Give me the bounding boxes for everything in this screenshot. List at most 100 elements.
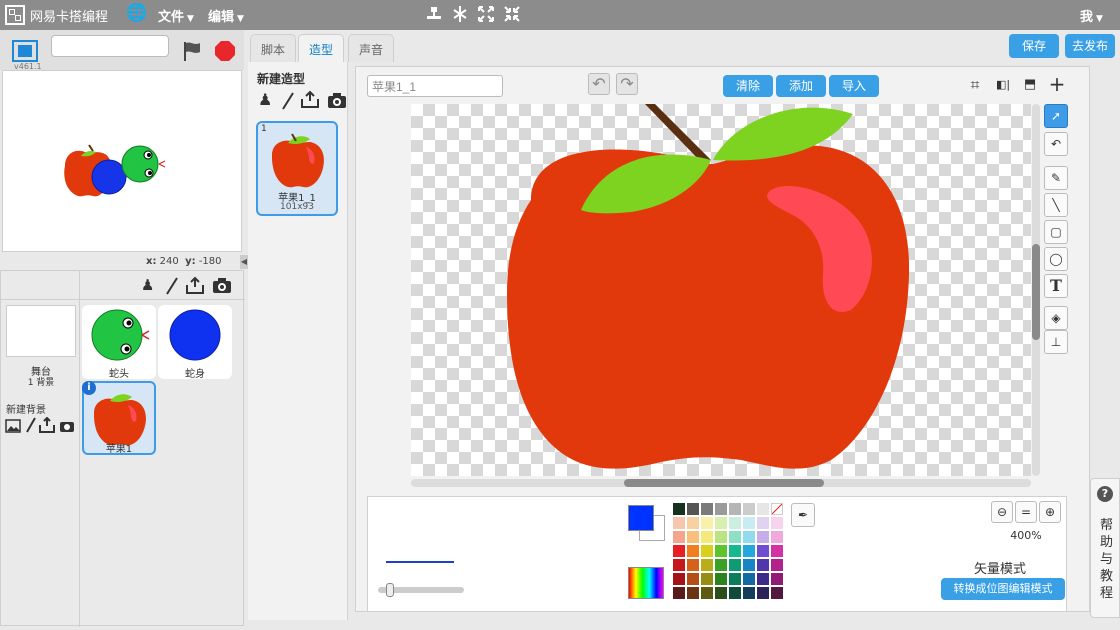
palette-color-swatch[interactable] bbox=[771, 587, 783, 599]
ellipse-tool-icon[interactable]: ◯ bbox=[1044, 247, 1068, 271]
palette-color-swatch[interactable] bbox=[743, 503, 755, 515]
palette-color-swatch[interactable] bbox=[771, 545, 783, 557]
palette-color-swatch[interactable] bbox=[757, 503, 769, 515]
pencil-tool-icon[interactable]: ✎ bbox=[1044, 166, 1068, 190]
fill-tool-icon[interactable]: ◈ bbox=[1044, 306, 1068, 330]
palette-color-swatch[interactable] bbox=[701, 573, 713, 585]
palette-color-swatch[interactable] bbox=[771, 503, 783, 515]
line-width-slider-handle[interactable] bbox=[386, 583, 394, 597]
palette-color-swatch[interactable] bbox=[743, 573, 755, 585]
palette-color-swatch[interactable] bbox=[757, 573, 769, 585]
palette-color-swatch[interactable] bbox=[771, 559, 783, 571]
globe-icon[interactable]: 🌐 bbox=[126, 3, 147, 23]
line-tool-icon[interactable]: ╲ bbox=[1044, 193, 1068, 217]
menu-edit[interactable]: 编辑 ▼ bbox=[208, 6, 244, 25]
menu-file[interactable]: 文件 ▼ bbox=[158, 6, 194, 25]
rectangle-tool-icon[interactable]: ▢ bbox=[1044, 220, 1068, 244]
palette-color-swatch[interactable] bbox=[743, 587, 755, 599]
stage-collapse-handle[interactable]: ◀ bbox=[240, 255, 248, 269]
app-title[interactable]: 网易卡搭编程 bbox=[30, 6, 108, 25]
set-center-icon[interactable]: + bbox=[1045, 73, 1069, 97]
choose-costume-icon[interactable]: ♟ bbox=[258, 90, 272, 109]
sprite-thumb-snake-body[interactable]: 蛇身 bbox=[158, 305, 232, 380]
choose-backdrop-icon[interactable] bbox=[5, 419, 21, 433]
stage-canvas[interactable] bbox=[2, 70, 242, 252]
palette-color-swatch[interactable] bbox=[743, 545, 755, 557]
palette-color-swatch[interactable] bbox=[757, 545, 769, 557]
palette-color-swatch[interactable] bbox=[757, 559, 769, 571]
palette-color-swatch[interactable] bbox=[673, 573, 685, 585]
palette-color-swatch[interactable] bbox=[743, 559, 755, 571]
paint-backdrop-icon[interactable] bbox=[25, 417, 37, 433]
palette-color-swatch[interactable] bbox=[757, 587, 769, 599]
palette-color-swatch[interactable] bbox=[729, 503, 741, 515]
palette-color-swatch[interactable] bbox=[701, 545, 713, 557]
palette-color-swatch[interactable] bbox=[729, 517, 741, 529]
palette-color-swatch[interactable] bbox=[757, 517, 769, 529]
costume-item[interactable]: 1 苹果1_1 101x93 bbox=[256, 121, 338, 216]
palette-color-swatch[interactable] bbox=[757, 531, 769, 543]
grow-icon[interactable] bbox=[476, 4, 496, 24]
palette-color-swatch[interactable] bbox=[673, 545, 685, 557]
sprite-thumb-apple[interactable]: i 苹果1 bbox=[82, 381, 156, 455]
crop-icon[interactable]: ⌗ bbox=[963, 73, 987, 97]
stage-snake-head[interactable] bbox=[121, 145, 166, 183]
palette-color-swatch[interactable] bbox=[687, 545, 699, 557]
add-button[interactable]: 添加 bbox=[776, 75, 826, 97]
palette-color-swatch[interactable] bbox=[715, 573, 727, 585]
palette-color-swatch[interactable] bbox=[715, 545, 727, 557]
camera-sprite-icon[interactable] bbox=[212, 278, 232, 294]
palette-color-swatch[interactable] bbox=[673, 517, 685, 529]
stop-icon[interactable] bbox=[214, 40, 236, 62]
palette-color-swatch[interactable] bbox=[673, 587, 685, 599]
eyedropper-icon[interactable]: ✒ bbox=[791, 503, 815, 527]
duplicate-stamp-icon[interactable] bbox=[424, 4, 444, 24]
sprite-thumb-snake-head[interactable]: 蛇头 bbox=[82, 305, 156, 380]
redo-button[interactable]: ↷ bbox=[616, 73, 638, 95]
palette-color-swatch[interactable] bbox=[715, 517, 727, 529]
vertical-scrollbar[interactable] bbox=[1032, 104, 1040, 476]
drawing-canvas[interactable] bbox=[411, 104, 1031, 476]
palette-color-swatch[interactable] bbox=[715, 559, 727, 571]
palette-color-swatch[interactable] bbox=[687, 559, 699, 571]
palette-color-swatch[interactable] bbox=[687, 517, 699, 529]
cut-scissors-icon[interactable] bbox=[450, 4, 470, 24]
palette-color-swatch[interactable] bbox=[771, 573, 783, 585]
palette-color-swatch[interactable] bbox=[729, 559, 741, 571]
palette-color-swatch[interactable] bbox=[729, 587, 741, 599]
publish-button[interactable]: 去发布 bbox=[1065, 34, 1115, 58]
palette-color-swatch[interactable] bbox=[729, 545, 741, 557]
palette-color-swatch[interactable] bbox=[673, 503, 685, 515]
green-flag-icon[interactable] bbox=[182, 40, 204, 62]
import-button[interactable]: 导入 bbox=[829, 75, 879, 97]
zoom-in-button[interactable]: ⊕ bbox=[1039, 501, 1061, 523]
palette-color-swatch[interactable] bbox=[701, 531, 713, 543]
tab-costume[interactable]: 造型 bbox=[298, 34, 345, 63]
select-tool-icon[interactable]: ➚ bbox=[1044, 104, 1068, 128]
clear-button[interactable]: 清除 bbox=[723, 75, 773, 97]
palette-color-swatch[interactable] bbox=[729, 531, 741, 543]
zoom-reset-button[interactable]: = bbox=[1015, 501, 1037, 523]
color-palette[interactable] bbox=[673, 503, 785, 603]
stage-snake-body[interactable] bbox=[91, 159, 127, 195]
primary-color-swatch[interactable] bbox=[628, 505, 654, 531]
horizontal-scrollbar[interactable] bbox=[411, 479, 1031, 487]
fullscreen-icon[interactable] bbox=[12, 40, 38, 62]
palette-color-swatch[interactable] bbox=[701, 517, 713, 529]
text-tool-icon[interactable]: T bbox=[1044, 274, 1068, 298]
palette-color-swatch[interactable] bbox=[673, 559, 685, 571]
convert-to-bitmap-button[interactable]: 转换成位图编辑模式 bbox=[941, 578, 1065, 600]
palette-color-swatch[interactable] bbox=[701, 503, 713, 515]
undo-button[interactable]: ↶ bbox=[588, 73, 610, 95]
app-logo[interactable] bbox=[5, 5, 25, 25]
upload-backdrop-icon[interactable] bbox=[39, 417, 55, 433]
palette-color-swatch[interactable] bbox=[687, 587, 699, 599]
palette-color-swatch[interactable] bbox=[715, 503, 727, 515]
vertical-scroll-thumb[interactable] bbox=[1032, 244, 1040, 340]
help-question-icon[interactable]: ? bbox=[1097, 486, 1113, 502]
paint-sprite-icon[interactable] bbox=[164, 277, 180, 295]
upload-costume-icon[interactable] bbox=[300, 90, 320, 108]
palette-color-swatch[interactable] bbox=[701, 559, 713, 571]
palette-color-swatch[interactable] bbox=[729, 573, 741, 585]
choose-sprite-icon[interactable]: ♟ bbox=[141, 276, 154, 294]
